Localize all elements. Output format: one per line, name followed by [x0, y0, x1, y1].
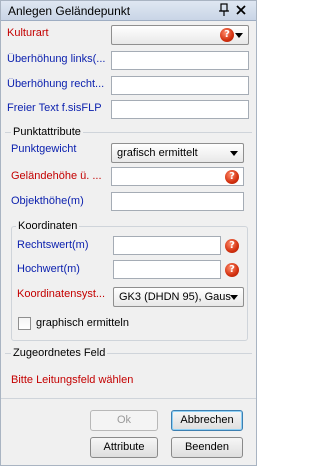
ueberhoehung-links-input[interactable] [112, 52, 248, 69]
gelaendehoehe-input[interactable] [112, 168, 243, 185]
help-icon[interactable]: ? [220, 28, 234, 42]
ueberhoehung-rechts-input[interactable] [112, 77, 248, 94]
ueberhoehung-rechts-field[interactable] [111, 76, 249, 95]
rechtswert-label: Rechtswert(m) [17, 239, 89, 251]
koordinatensystem-value: GK3 (DHDN 95), Gaus [119, 291, 231, 303]
window-title: Anlegen Geländepunkt [8, 4, 131, 18]
koordinatensystem-label: Koordinatensyst... [17, 288, 106, 300]
ueberhoehung-links-field[interactable] [111, 51, 249, 70]
punktgewicht-label: Punktgewicht [11, 143, 77, 155]
chevron-down-icon [230, 295, 238, 300]
punktgewicht-select[interactable]: grafisch ermittelt [111, 143, 244, 163]
help-icon[interactable]: ? [225, 239, 239, 253]
abbrechen-button[interactable]: Abbrechen [171, 410, 243, 431]
ueberhoehung-rechts-label: Überhöhung recht... [7, 78, 105, 90]
koordinatensystem-select[interactable]: GK3 (DHDN 95), Gaus [113, 287, 244, 307]
hochwert-field[interactable] [113, 260, 221, 279]
close-icon[interactable] [234, 3, 248, 17]
hochwert-label: Hochwert(m) [17, 263, 80, 275]
help-icon[interactable]: ? [225, 263, 239, 277]
chevron-down-icon [230, 151, 238, 156]
chevron-down-icon [235, 33, 243, 38]
hochwert-input[interactable] [114, 261, 220, 278]
ok-button[interactable]: Ok [90, 410, 158, 431]
help-icon[interactable]: ? [225, 170, 239, 184]
punktattribute-title: Punktattribute [11, 126, 83, 138]
button-panel-separator [1, 398, 256, 399]
freier-text-input[interactable] [112, 101, 248, 118]
pin-icon[interactable] [217, 3, 231, 17]
kulturart-select[interactable]: ? [111, 25, 249, 45]
objekthoehe-input[interactable] [112, 193, 243, 210]
objekthoehe-field[interactable] [111, 192, 244, 211]
dialog-window: Anlegen Geländepunkt Kulturart ? Überhöh… [0, 0, 257, 466]
koordinaten-title: Koordinaten [16, 220, 80, 232]
rechtswert-field[interactable] [113, 236, 221, 255]
attribute-button[interactable]: Attribute [90, 437, 158, 458]
leitungsfeld-message: Bitte Leitungsfeld wählen [11, 374, 134, 386]
punktgewicht-value: grafisch ermittelt [117, 147, 198, 159]
graphisch-ermitteln-label: graphisch ermitteln [36, 317, 129, 329]
rechtswert-input[interactable] [114, 237, 220, 254]
graphisch-ermitteln-checkbox[interactable] [18, 317, 31, 330]
ueberhoehung-links-label: Überhöhung links(... [7, 53, 106, 65]
title-bar[interactable]: Anlegen Geländepunkt [1, 1, 256, 21]
freier-text-field[interactable] [111, 100, 249, 119]
kulturart-label: Kulturart [7, 27, 49, 39]
gelaendehoehe-label: Geländehöhe ü. ... [11, 170, 102, 182]
freier-text-label: Freier Text f.sisFLP [7, 102, 102, 114]
zugeordnetes-feld-title: Zugeordnetes Feld [11, 347, 108, 359]
objekthoehe-label: Objekthöhe(m) [11, 195, 84, 207]
beenden-button[interactable]: Beenden [171, 437, 243, 458]
